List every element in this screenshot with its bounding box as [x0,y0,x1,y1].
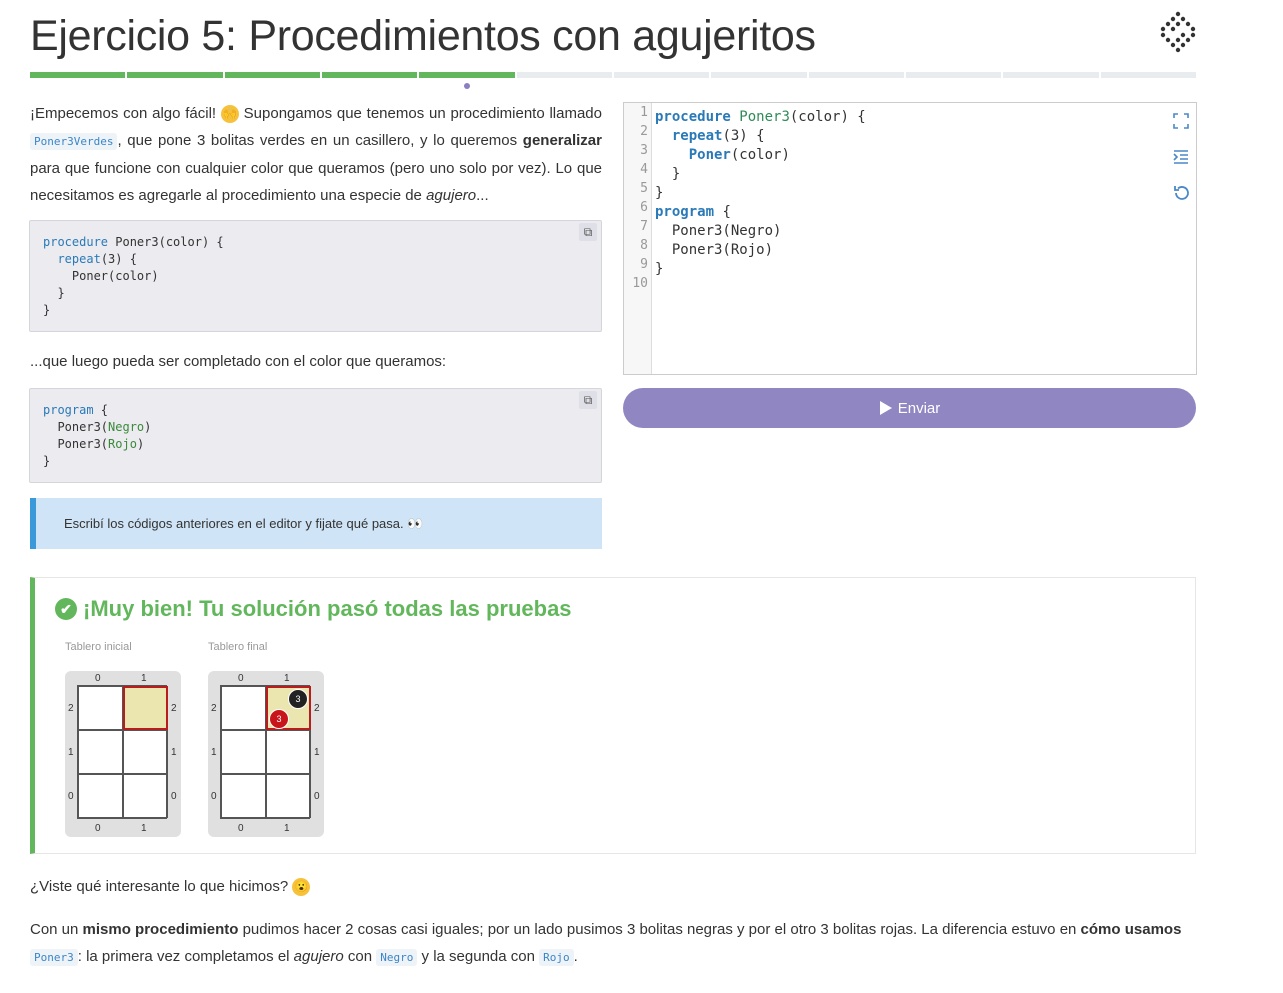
editor-code[interactable]: procedure Poner3(color) { repeat(3) { Po… [655,108,866,298]
line-number-gutter: 1 2 3 4 5 6 7 8 9 10 [624,103,652,374]
final-board: 0 1 0 1 2 1 0 2 1 0 3 3 [208,671,324,837]
line-number: 4 [640,162,648,177]
exercise-progress-bar [30,72,1196,78]
board-cell [78,686,123,730]
initial-board: 0 1 0 1 2 1 0 2 1 0 [65,671,181,837]
line-number: 2 [640,124,648,139]
progress-segment[interactable] [127,72,223,78]
inline-code: Poner3Verdes [30,133,118,150]
board-cell [78,730,123,774]
final-board-label: Tablero final [208,641,268,653]
middle-text: ...que luego pueda ser completado con el… [30,353,447,370]
line-number: 8 [640,238,648,253]
board-cell [78,774,123,818]
reset-icon[interactable] [1172,184,1190,202]
result-panel: ✔ ¡Muy bien! Tu solución pasó todas las … [30,577,1196,854]
line-number: 6 [640,200,648,215]
red-ball-count: 3 [269,709,289,729]
line-number: 9 [640,257,648,272]
progress-segment[interactable] [321,72,418,78]
mumuki-logo-icon [1160,11,1196,53]
black-ball-count: 3 [288,689,308,709]
progress-segment[interactable] [613,72,710,78]
board-cell [266,774,311,818]
submit-button-label: Enviar [897,399,941,417]
progress-segment[interactable] [1003,72,1099,78]
code-block-program: ⧉ program { Poner3(Negro) Poner3(Rojo) } [29,388,602,483]
current-exercise-marker [464,83,470,89]
progress-segment[interactable] [224,72,320,78]
board-cell [221,686,266,730]
board-cell-head: 3 3 [266,686,311,730]
progress-segment[interactable] [419,72,515,78]
fullscreen-icon[interactable] [1172,112,1190,130]
closing-paragraph: Con un mismo procedimiento pudimos hacer… [30,921,1182,966]
board-cell [221,774,266,818]
line-number: 5 [640,181,648,196]
line-number: 10 [632,276,648,291]
info-alert: Escribí los códigos anteriores en el edi… [30,498,602,549]
progress-segment[interactable] [711,72,807,78]
exercise-description: ¡Empecemos con algo fácil! 🙌 Supongamos … [30,100,602,209]
intro-paragraph: ¡Empecemos con algo fácil! 🙌 Supongamos … [30,105,602,204]
progress-segment[interactable] [516,72,612,78]
result-title: ✔ ¡Muy bien! Tu solución pasó todas las … [55,596,572,622]
board-cell [123,730,168,774]
closing-question: ¿Viste qué interesante lo que hicimos? 😮 [30,876,311,898]
indent-icon[interactable] [1172,148,1190,166]
play-icon [879,401,892,415]
line-number: 1 [640,105,648,120]
line-number: 3 [640,143,648,158]
board-cell-head [123,686,168,730]
progress-segment[interactable] [808,72,904,78]
board-cell [266,730,311,774]
check-circle-icon: ✔ [55,598,77,620]
submit-button[interactable]: Enviar [623,388,1196,428]
progress-segment[interactable] [1100,72,1196,78]
code-editor[interactable]: 1 2 3 4 5 6 7 8 9 10 procedure Poner3(color) { re… [623,102,1197,375]
progress-segment[interactable] [905,72,1002,78]
line-number: 7 [640,219,648,234]
surprised-emoji-icon: 😮 [292,878,311,897]
board-cell [123,774,168,818]
initial-board-label: Tablero inicial [65,641,132,653]
copy-code-button[interactable]: ⧉ [579,223,597,241]
board-cell [221,730,266,774]
page-title: Ejercicio 5: Procedimientos con agujerit… [30,12,816,60]
code-block-procedure: ⧉ procedure Poner3(color) { repeat(3) { … [29,220,602,332]
copy-code-button[interactable]: ⧉ [579,391,597,409]
hands-up-emoji-icon: 🙌 [220,105,239,124]
progress-segment[interactable] [30,72,126,78]
